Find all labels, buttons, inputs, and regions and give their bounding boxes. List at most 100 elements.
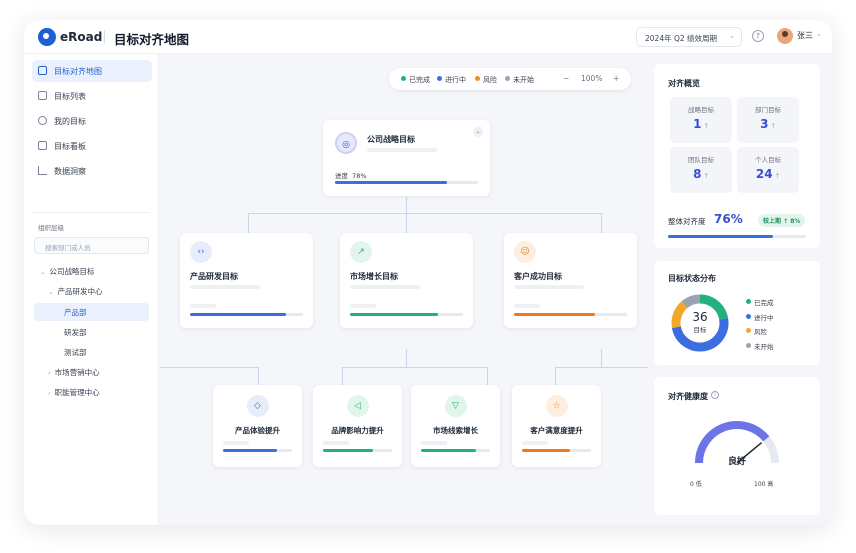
legend-label: 未开始 (513, 76, 534, 84)
department-goal-card[interactable]: ↗ 市场增长目标 (340, 233, 473, 328)
zoom-out-button[interactable]: − (563, 74, 569, 83)
info-icon[interactable]: i (711, 391, 719, 399)
help-icon[interactable]: ? (752, 30, 764, 42)
tree-item-test-dept[interactable]: 测试部 (64, 343, 150, 361)
health-gauge (695, 421, 779, 464)
connector-line (406, 197, 407, 213)
list-icon (38, 91, 47, 100)
period-select[interactable]: 2024年 Q2 绩效周期 ⌄ (636, 27, 742, 47)
legend-item: 进行中 (437, 75, 466, 85)
alignment-canvas[interactable]: 已完成 进行中 风险 未开始 − 100% + ◎ 公司战略目标 ⌄ 进度 78 (160, 54, 648, 525)
brand-name: eRoad (60, 30, 103, 44)
connector-line (406, 349, 407, 367)
sidebar-item-label: 我的目标 (54, 117, 86, 126)
distribution-legend-item: 风险 (746, 326, 767, 336)
department-goal-card[interactable]: ☺ 客户成功目标 (504, 233, 637, 328)
alignment-value: 76% (714, 212, 743, 226)
sidebar-item-goal-board[interactable]: 目标看板 (32, 135, 152, 157)
tree-item-label: 产品部 (64, 308, 87, 317)
tree-item-label: 测试部 (64, 348, 87, 357)
arrow-up-icon: ↑ (703, 122, 709, 130)
arrow-up-icon: ↑ (774, 172, 781, 180)
filter-icon: ▽ (444, 395, 467, 417)
legend-dot (505, 76, 510, 81)
sidebar-item-label: 目标列表 (54, 92, 86, 101)
user-menu-chevron-icon[interactable]: ⌄ (816, 30, 822, 38)
progress-bar (335, 181, 478, 184)
legend-dot (401, 76, 406, 81)
tree-item-functional[interactable]: › 职能管理中心 (48, 383, 150, 401)
stat-number: 1 (693, 117, 702, 131)
progress-bar (323, 449, 392, 452)
progress-fill (190, 313, 287, 316)
kanban-icon (38, 141, 47, 150)
sub-goal-card[interactable]: ◁ 品牌影响力提升 (313, 385, 402, 467)
org-search-input[interactable]: 搜索部门或人员 (34, 237, 149, 254)
card-title: 公司战略目标 (367, 135, 415, 144)
tree-item-marketing[interactable]: › 市场营销中心 (48, 363, 150, 381)
tree-item-product-dept[interactable]: 产品部 (34, 303, 149, 321)
chart-icon (38, 166, 47, 175)
map-icon (38, 66, 47, 75)
legend-label: 进行中 (445, 76, 466, 84)
distribution-legend-item: 未开始 (746, 341, 774, 351)
sidebar-item-label: 目标看板 (54, 142, 86, 151)
stat-value: 3 ↑ (737, 117, 799, 131)
sub-goal-card[interactable]: ◇ 产品体验提升 (213, 385, 302, 467)
alignment-label: 整体对齐度 (668, 217, 706, 226)
stat-card[interactable]: 部门目标 3 ↑ (737, 97, 799, 143)
app-window: eRoad 目标对齐地图 2024年 Q2 绩效周期 ⌄ ? 张三 ⌄ 目标对齐地… (24, 20, 832, 525)
placeholder-bar (514, 304, 540, 308)
user-name[interactable]: 张三 (797, 30, 813, 41)
legend-label: 未开始 (754, 343, 774, 351)
connector-line (601, 213, 602, 233)
legend-item: 风险 (475, 75, 497, 85)
stat-card[interactable]: 个人目标 24 ↑ (737, 147, 799, 193)
stat-number: 8 (693, 167, 702, 181)
chevron-down-icon: ⌄ (48, 288, 54, 296)
stat-card[interactable]: 团队目标 8 ↑ (670, 147, 732, 193)
trend-icon: ↗ (350, 241, 372, 263)
sub-goal-card[interactable]: ☆ 客户满意度提升 (512, 385, 601, 467)
sidebar-item-label: 数据洞察 (54, 167, 86, 176)
alignment-health-panel: 对齐健康度 i 良好 0 低 100 高 (654, 377, 820, 515)
stat-label: 个人目标 (755, 156, 781, 164)
zoom-in-button[interactable]: + (613, 74, 619, 83)
stat-card[interactable]: 战略目标 1 ↑ (670, 97, 732, 143)
donut-total: 36 (692, 310, 708, 324)
period-value: 2024年 Q2 绩效周期 (645, 34, 718, 43)
card-title: 产品体验提升 (235, 426, 280, 435)
placeholder-bar (350, 285, 420, 289)
connector-line (258, 367, 259, 385)
placeholder-bar (367, 148, 437, 152)
sidebar-item-alignment-map[interactable]: 目标对齐地图 (32, 60, 152, 82)
tree-item-rd-dept[interactable]: 研发部 (64, 323, 150, 341)
sidebar-item-goal-list[interactable]: 目标列表 (32, 85, 152, 107)
stat-label: 团队目标 (688, 156, 714, 164)
collapse-toggle-icon[interactable]: ⌄ (473, 127, 483, 137)
tree-item-label: 产品研发中心 (57, 287, 103, 296)
stat-value: 8 ↑ (670, 167, 732, 181)
chevron-down-icon: ⌄ (40, 268, 46, 276)
title-divider (104, 30, 105, 44)
tree-item-product-rd[interactable]: ⌄ 产品研发中心 (48, 282, 150, 300)
department-goal-card[interactable]: ‹› 产品研发目标 (180, 233, 313, 328)
tree-item-company[interactable]: ⌄ 公司战略目标 (40, 262, 150, 280)
placeholder-bar (323, 441, 349, 445)
avatar[interactable] (777, 28, 793, 44)
star-icon: ☆ (545, 395, 568, 417)
progress-bar (522, 449, 591, 452)
logo-icon (38, 28, 56, 46)
tree-item-label: 职能管理中心 (54, 388, 100, 397)
card-title: 市场增长目标 (350, 272, 398, 281)
sidebar-item-my-goals[interactable]: 我的目标 (32, 110, 152, 132)
stat-number: 3 (760, 117, 769, 131)
root-goal-card[interactable]: ◎ 公司战略目标 ⌄ 进度 78% (323, 120, 490, 196)
sub-goal-card[interactable]: ▽ 市场线索增长 (411, 385, 500, 467)
top-bar: eRoad 目标对齐地图 2024年 Q2 绩效周期 ⌄ ? 张三 ⌄ (24, 20, 832, 54)
target-icon (38, 116, 47, 125)
status-distribution-panel: 目标状态分布 36 目标 已完成 进行中 风险 未开始 (654, 261, 820, 365)
alignment-bar (668, 235, 806, 238)
sidebar-item-insights[interactable]: 数据洞察 (32, 160, 152, 182)
overview-panel: 对齐概览 战略目标 1 ↑ 部门目标 3 ↑ 团队目标 8 ↑ 个人目标 24 ↑ 整体对齐度 … (654, 64, 820, 248)
